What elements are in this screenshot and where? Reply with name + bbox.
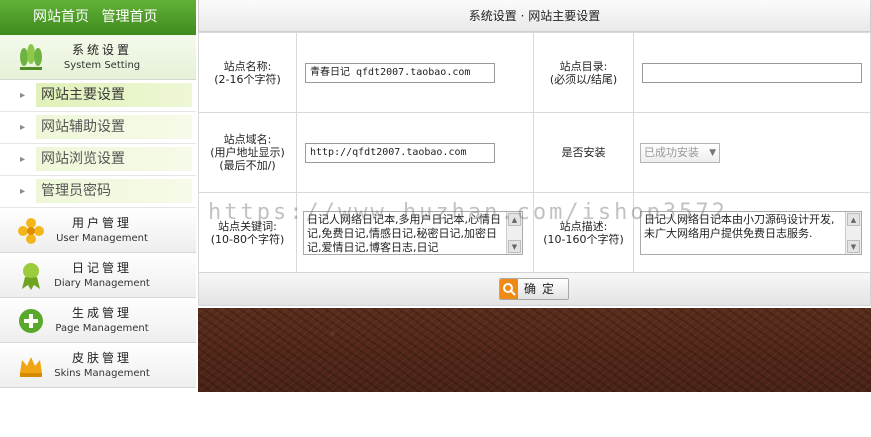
sidebar-item-main-settings[interactable]: ▸ 网站主要设置 — [0, 80, 196, 112]
plus-circle-icon — [19, 309, 43, 333]
arrow-right-icon: ▸ — [20, 186, 26, 197]
arrow-right-icon: ▸ — [20, 90, 26, 101]
arrow-right-icon: ▸ — [20, 122, 26, 133]
section-user-management[interactable]: 用户管理 User Management — [0, 208, 196, 253]
section-title-cn: 生成管理 — [71, 306, 132, 320]
section-title-en: User Management — [56, 233, 148, 244]
site-home-link[interactable]: 网站首页 — [33, 9, 89, 25]
leather-background — [198, 308, 871, 392]
site-name-input[interactable]: 青春日记 qfdt2007.taobao.com — [305, 62, 495, 83]
sidebar-item-label: 网站浏览设置 — [36, 147, 192, 171]
section-page-management[interactable]: 生成管理 Page Management — [0, 298, 196, 343]
keywords-textarea[interactable]: 日记人网络日记本,多用户日记本,心情日记,免费日记,情感日记,秘密日记,加密日记… — [303, 210, 523, 255]
user-flower-icon — [18, 218, 44, 244]
section-title-en: Skins Management — [54, 368, 150, 379]
admin-home-link[interactable]: 管理首页 — [101, 9, 157, 25]
domain-input[interactable]: http://qfdt2007.taobao.com — [305, 142, 495, 163]
scroll-down-icon[interactable]: ▼ — [508, 239, 521, 253]
section-title-cn: 日记管理 — [71, 261, 132, 275]
section-title-en: Diary Management — [54, 278, 150, 289]
leaf-plant-icon — [20, 44, 42, 70]
sidebar-item-admin-password[interactable]: ▸ 管理员密码 — [0, 176, 196, 208]
desc-label: 站点描述: (10-160个字符) — [533, 192, 634, 273]
confirm-button[interactable]: 确定 — [499, 278, 569, 300]
search-icon — [500, 279, 518, 299]
sidebar-item-label: 网站辅助设置 — [36, 115, 192, 139]
section-system-setting[interactable]: 系统设置 System Setting — [0, 35, 196, 80]
sidebar-item-label: 网站主要设置 — [36, 83, 192, 107]
top-nav: 网站首页 管理首页 — [0, 0, 196, 35]
page-title: 系统设置 · 网站主要设置 — [198, 0, 871, 32]
installed-label: 是否安装 — [533, 112, 634, 193]
installed-select[interactable]: 已成功安装 ▼ — [640, 142, 720, 163]
scroll-down-icon[interactable]: ▼ — [847, 239, 860, 253]
scrollbar[interactable]: ▲ ▼ — [506, 211, 522, 254]
site-name-label: 站点名称: (2-16个字符) — [198, 32, 297, 113]
admin-page: 网站首页 管理首页 系统设置 System Setting ▸ 网站主要设置 ▸… — [0, 0, 871, 437]
settings-form: 站点名称: (2-16个字符) 青春日记 qfdt2007.taobao.com… — [198, 32, 871, 273]
main-panel: 系统设置 · 网站主要设置 站点名称: (2-16个字符) 青春日记 qfdt2… — [198, 0, 871, 392]
section-title-en: Page Management — [55, 323, 149, 334]
section-title-cn: 系统设置 — [71, 43, 132, 57]
crown-icon — [20, 357, 42, 377]
domain-label: 站点域名: (用户地址显示) (最后不加/) — [198, 112, 297, 193]
section-skins-management[interactable]: 皮肤管理 Skins Management — [0, 343, 196, 388]
site-dir-label: 站点目录: (必须以/结尾) — [533, 32, 634, 113]
award-ribbon-icon — [22, 263, 40, 290]
scroll-up-icon[interactable]: ▲ — [847, 212, 860, 226]
button-bar: 确定 — [198, 272, 871, 306]
sidebar: 网站首页 管理首页 系统设置 System Setting ▸ 网站主要设置 ▸… — [0, 0, 196, 392]
keywords-label: 站点关键词: (10-80个字符) — [198, 192, 297, 273]
site-dir-input[interactable] — [642, 62, 862, 83]
arrow-right-icon: ▸ — [20, 154, 26, 165]
scrollbar[interactable]: ▲ ▼ — [845, 211, 861, 254]
section-title-cn: 用户管理 — [71, 216, 132, 230]
section-title-cn: 皮肤管理 — [71, 351, 132, 365]
chevron-down-icon: ▼ — [709, 147, 716, 158]
desc-textarea[interactable]: 日记人网络日记本由小刀源码设计开发,未广大网络用户提供免费日志服务. ▲ ▼ — [640, 210, 862, 255]
sidebar-item-browse-settings[interactable]: ▸ 网站浏览设置 — [0, 144, 196, 176]
section-title-en: System Setting — [63, 60, 141, 71]
sidebar-item-aux-settings[interactable]: ▸ 网站辅助设置 — [0, 112, 196, 144]
scroll-up-icon[interactable]: ▲ — [508, 212, 521, 226]
section-diary-management[interactable]: 日记管理 Diary Management — [0, 253, 196, 298]
sidebar-item-label: 管理员密码 — [36, 179, 192, 203]
